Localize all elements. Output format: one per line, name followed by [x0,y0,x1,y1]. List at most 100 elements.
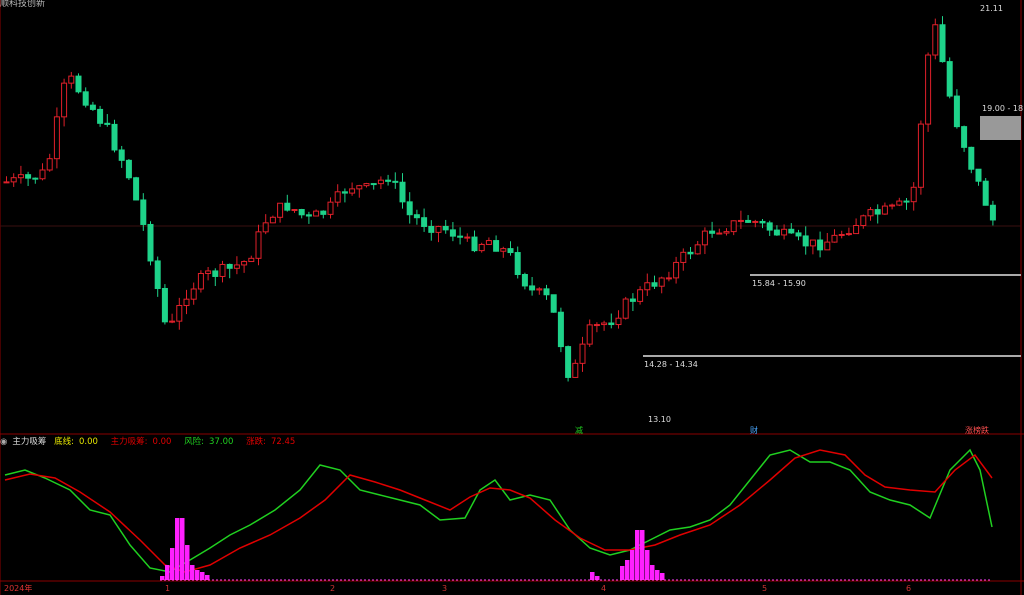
candlestick [161,284,168,325]
candlestick [471,230,478,253]
candlestick [658,276,665,294]
candlestick [932,18,939,60]
candlestick [759,219,766,229]
candlestick [370,183,377,190]
zone-low-label: 14.28 - 14.34 [644,360,698,369]
candlestick [608,313,615,329]
indicator-item-change: 涨跌: 72.45 [246,437,296,447]
candlestick [233,256,240,275]
candlestick [766,220,773,236]
candlestick [493,235,500,252]
candlestick [46,153,53,172]
candlestick [334,184,341,207]
high-price-label: 21.11 [980,4,1003,13]
accumulation-bar [650,565,655,580]
candlestick [529,276,536,296]
candlestick [665,271,672,282]
candlestick [824,232,831,251]
candlestick [464,233,471,242]
candlestick [694,240,701,255]
accumulation-bar [160,576,165,580]
candlestick [147,221,154,266]
accumulation-bar [185,545,190,580]
candlestick [291,208,298,213]
year-label: 2024年 [4,584,33,593]
candlestick [205,267,212,281]
accumulation-bar [175,518,180,580]
candlestick [557,307,564,353]
candlestick [673,256,680,284]
candlestick [269,215,276,224]
candlestick [226,263,233,279]
candlestick [615,310,622,329]
candlestick [917,120,924,195]
candlestick [154,256,161,297]
candlestick [262,214,269,235]
candlestick [860,214,867,229]
event-marker-finance[interactable]: 财 [750,426,758,435]
candlestick [363,182,370,188]
accumulation-bar [200,572,205,580]
candlestick [853,218,860,235]
candlestick [25,171,32,186]
low-price-label: 13.10 [648,415,671,424]
candlestick [118,145,125,168]
candlestick [968,146,975,174]
candlestick [61,78,68,127]
accumulation-bar [645,550,650,580]
candlestick [550,294,557,313]
candlestick [889,203,896,210]
candlestick [586,319,593,347]
chart-canvas[interactable] [0,0,1024,595]
candlestick [975,168,982,186]
candlestick [723,228,730,236]
candlestick [421,208,428,232]
candlestick [140,193,147,231]
candlestick [946,57,953,99]
candlestick [709,221,716,238]
month-label: 1 [165,584,171,593]
candlestick [565,345,572,382]
candlestick [97,105,104,127]
accumulation-bar [205,575,210,580]
accumulation-bar [660,573,665,580]
accumulation-bar [590,572,595,580]
candlestick [190,282,197,305]
candlestick [104,114,111,127]
accumulation-bar [195,570,200,580]
candlestick [327,197,334,219]
candlestick [284,194,291,212]
event-marker-reduce[interactable]: 减 [575,426,583,435]
candlestick [637,286,644,305]
indicator-settings-icon[interactable]: ◉ [0,437,7,447]
accumulation-bar [620,566,625,580]
accumulation-bar [630,550,635,580]
event-marker-limit[interactable]: 涨榜跌 [965,426,989,435]
candlestick [845,227,852,236]
candlestick [896,197,903,207]
candlestick [399,173,406,209]
month-label: 6 [906,584,912,593]
month-label: 5 [762,584,768,593]
accumulation-bar [625,560,630,580]
indicator-name: 主力吸筹 [12,437,47,447]
candlestick [572,359,579,378]
candlestick [622,296,629,320]
candlestick [781,224,788,240]
candlestick [413,209,420,225]
month-label: 2 [330,584,336,593]
candlestick [125,158,132,180]
candlestick [579,336,586,372]
candlestick [176,297,183,330]
accumulation-bar [180,518,185,580]
candlestick [10,173,17,187]
accumulation-bar [635,530,640,580]
candlestick [795,229,802,241]
candlestick [989,200,996,226]
candlestick [385,174,392,186]
candlestick [773,225,780,236]
candlestick [17,165,24,184]
candlestick [514,246,521,279]
candlestick [435,225,442,243]
candlestick [961,125,968,152]
